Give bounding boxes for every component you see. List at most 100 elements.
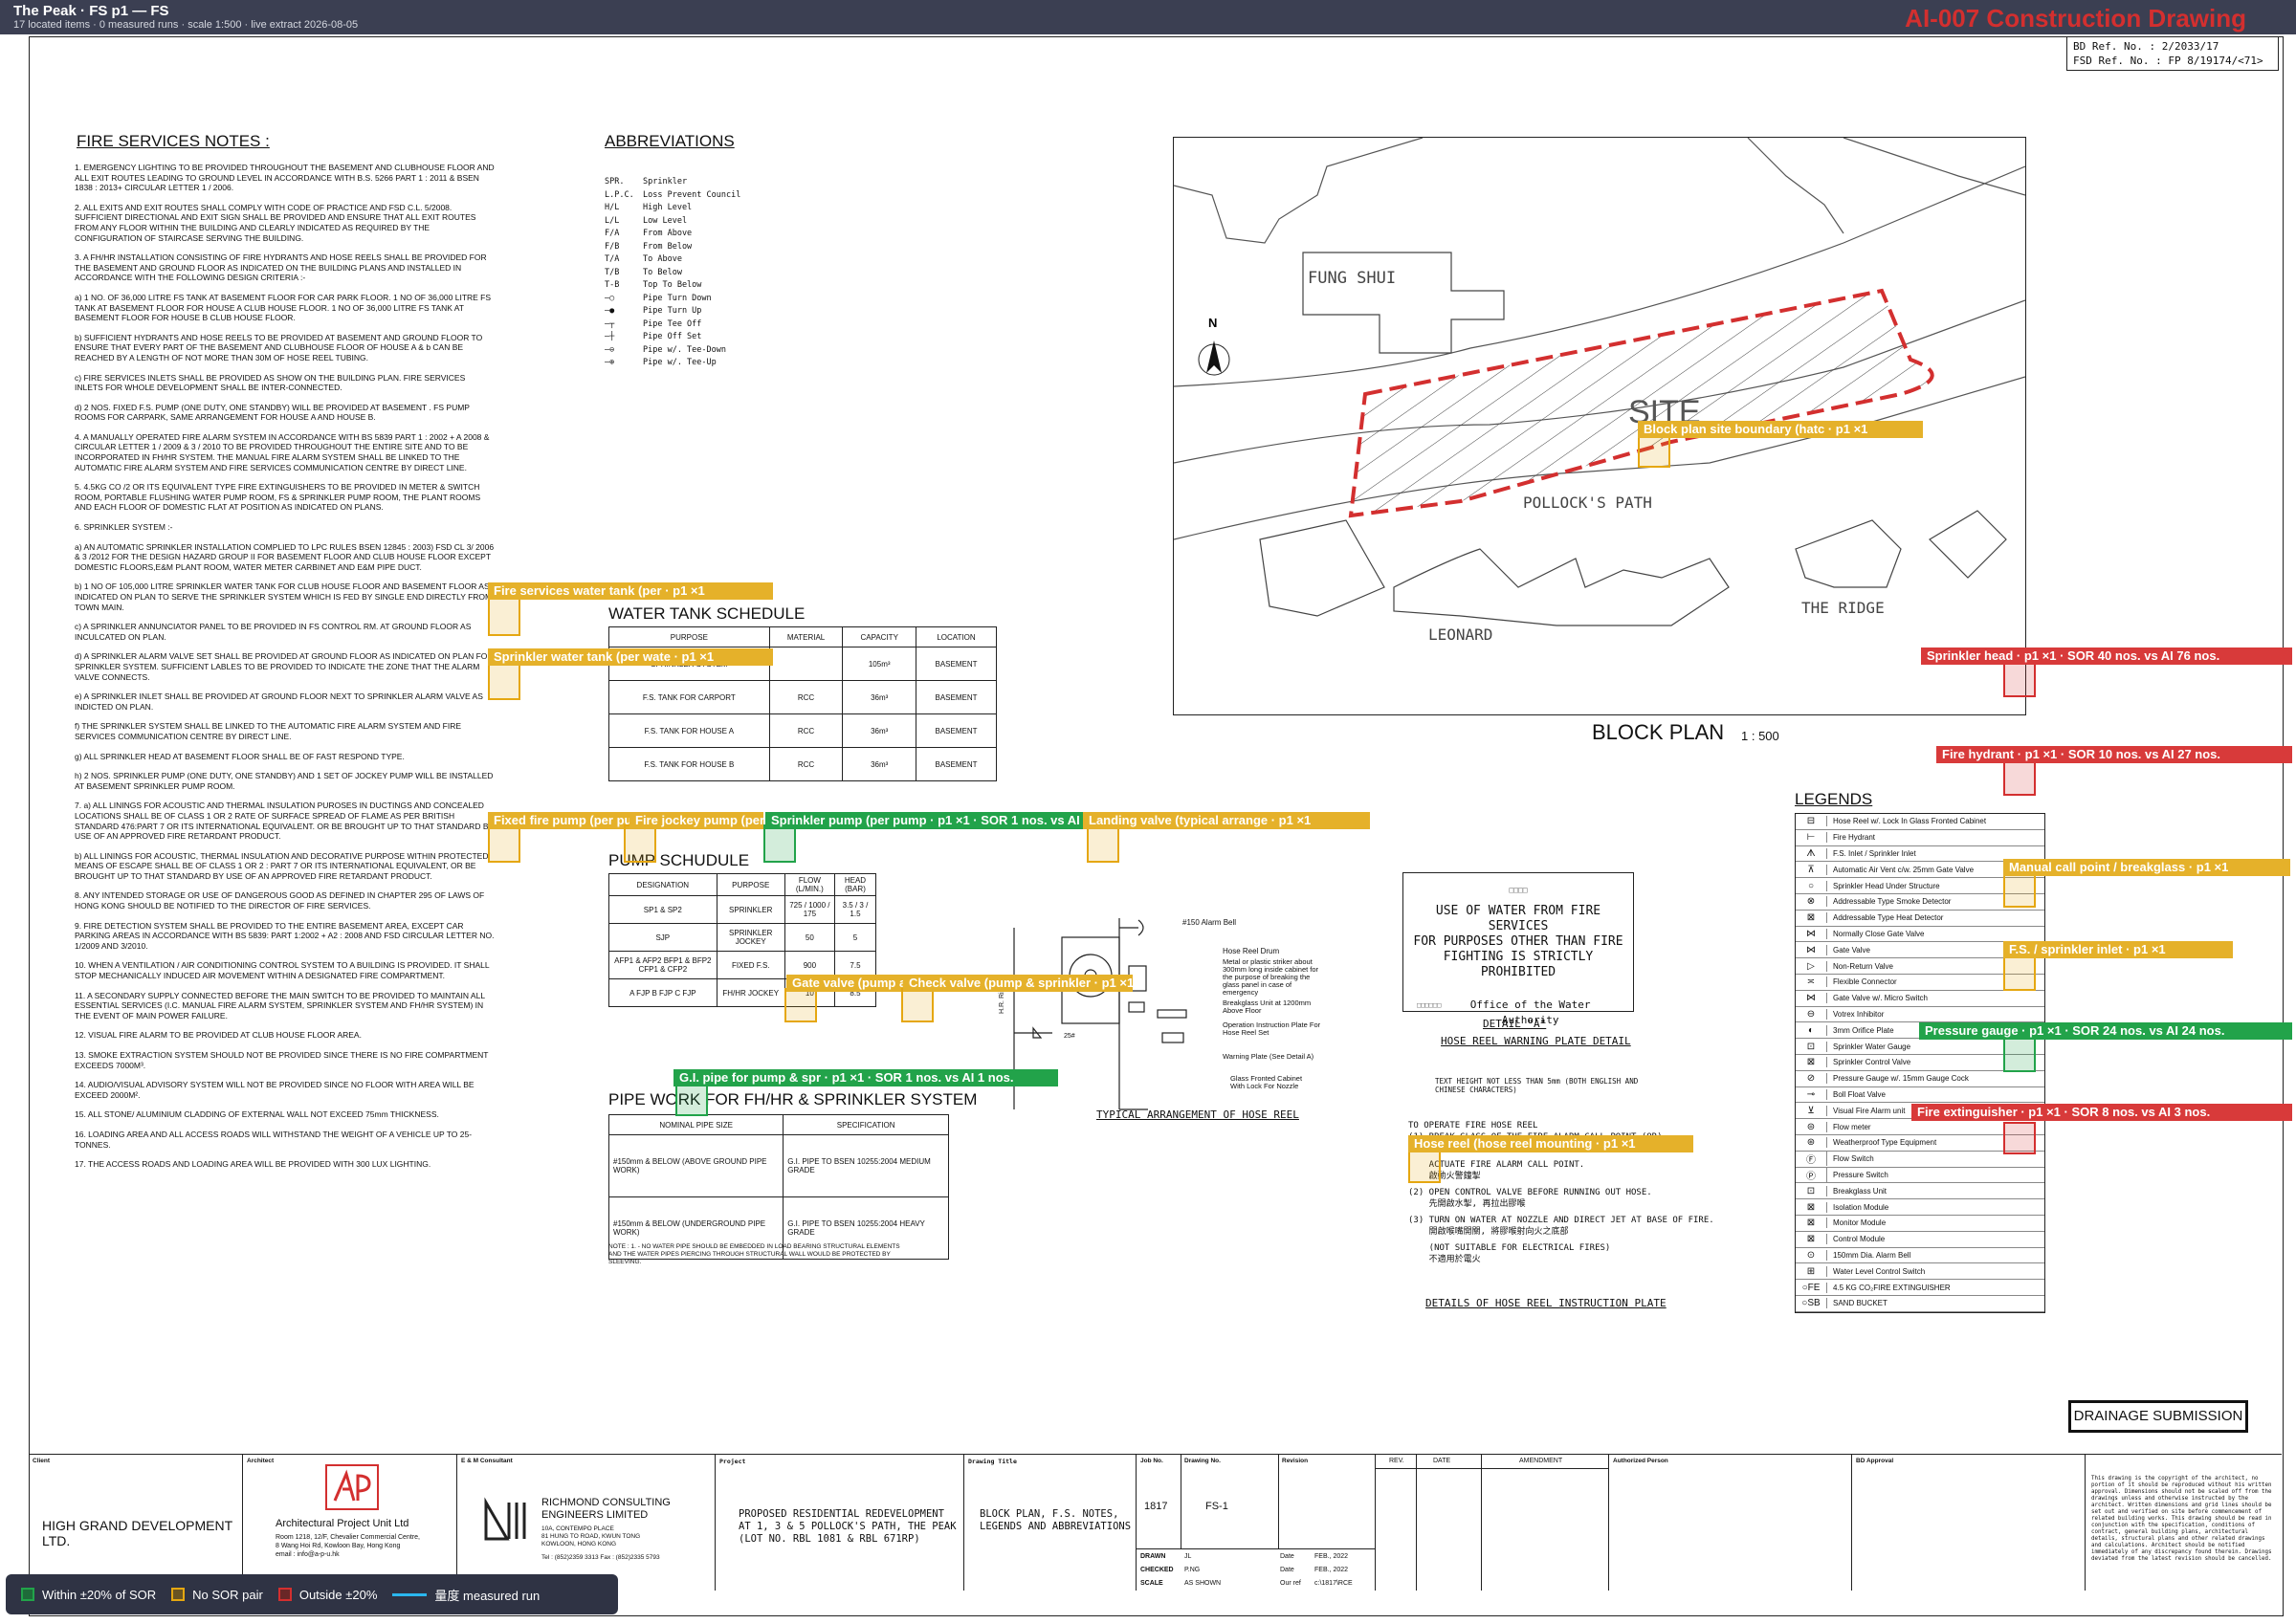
table-cell xyxy=(768,647,844,681)
legend-symbol-icon: ⊸ xyxy=(1796,1088,1827,1100)
legend-symbol-icon: ⊠ xyxy=(1796,1201,1827,1213)
table-row: #150mm & BELOW (ABOVE GROUND PIPE WORK) G… xyxy=(607,1134,949,1197)
abbreviation-key: F/B xyxy=(605,241,620,252)
authorized-person-cell: Authorized Person xyxy=(1609,1455,1852,1591)
note-item: 16. LOADING AREA AND ALL ACCESS ROADS WI… xyxy=(75,1129,473,1150)
annotation-box[interactable] xyxy=(2003,663,2036,697)
annotation-label[interactable]: Landing valve (typical arrange · p1 ×1 xyxy=(1083,812,1370,829)
pipework-table: NOMINAL PIPE SIZE SPECIFICATION #150mm & B… xyxy=(607,1114,949,1260)
table-row: F.S. TANK FOR HOUSE B RCC 36m³ BASEMENT xyxy=(608,747,997,781)
annotation-box[interactable] xyxy=(1087,824,1119,863)
annotation-label[interactable]: G.I. pipe for pump & spr · p1 ×1 · SOR 1… xyxy=(673,1069,1058,1086)
abbreviation-key: —● xyxy=(605,306,615,316)
column-header: MATERIAL xyxy=(768,626,844,647)
annotation-label[interactable]: Fire services water tank (per · p1 ×1 xyxy=(488,582,773,600)
warning-line-2: FOR PURPOSES OTHER THAN FIRE xyxy=(1413,934,1623,949)
abbreviation-value: To Below xyxy=(643,267,682,277)
drawing-number: FS-1 xyxy=(1205,1501,1228,1512)
annotation-box[interactable] xyxy=(784,988,817,1022)
annotation-label[interactable]: F.S. / sprinkler inlet · p1 ×1 xyxy=(2003,941,2233,958)
abbreviation-value: Pipe Off Set xyxy=(643,332,702,341)
column-header: PURPOSE xyxy=(716,873,785,896)
annotation-label[interactable]: Fire extinguisher · p1 ×1 · SOR 8 nos. v… xyxy=(1911,1104,2292,1121)
table-cell: 50 xyxy=(784,923,835,952)
table-cell: F.S. TANK FOR CARPORT xyxy=(608,680,770,714)
note-item: 13. SMOKE EXTRACTION SYSTEM SHOULD NOT B… xyxy=(75,1050,489,1070)
notes-title: FIRE SERVICES NOTES : xyxy=(77,132,270,150)
cabinet-label: Glass Fronted Cabinet With Lock For Nozz… xyxy=(1230,1074,1303,1090)
annotation-box[interactable] xyxy=(2003,873,2036,908)
annotation-box[interactable] xyxy=(2003,956,2036,991)
legend-label: Breakglass Unit xyxy=(1833,1186,1888,1196)
abbreviation-row: T/A To Above xyxy=(605,253,740,267)
legend-row: ⊢ Fire Hydrant xyxy=(1796,830,2044,846)
annotation-label[interactable]: Sprinkler pump (per pump · p1 ×1 · SOR 1… xyxy=(765,812,1091,829)
annotation-box[interactable] xyxy=(1408,1149,1441,1183)
note-item: g) ALL SPRINKLER HEAD AT BASEMENT FLOOR … xyxy=(75,751,405,761)
legend-symbol-icon: ≍ xyxy=(1796,977,1827,988)
warning-plate-caption: HOSE REEL WARNING PLATE DETAIL xyxy=(1441,1035,1631,1047)
job-number: 1817 xyxy=(1144,1501,1168,1512)
valve-size-label: 25# xyxy=(1064,1033,1075,1040)
annotation-box[interactable] xyxy=(901,988,934,1022)
table-cell: 5 xyxy=(833,923,877,952)
abbreviations-title: ABBREVIATIONS xyxy=(605,132,735,150)
annotation-box[interactable] xyxy=(488,598,520,636)
annotation-box[interactable] xyxy=(763,824,796,863)
legend-label: Water Level Control Switch xyxy=(1833,1266,1926,1276)
warning-chinese: □□□□ xyxy=(1509,886,1528,894)
instruction-line: TO OPERATE FIRE HOSE REEL xyxy=(1408,1121,1538,1130)
table-row: SP1 & SP2 SPRINKLER 725 / 1000 / 175 3.5 / … xyxy=(608,895,877,924)
instruction-line: (NOT SUITABLE FOR ELECTRICAL FIRES) xyxy=(1408,1243,1611,1253)
abbreviation-row: H/L High Level xyxy=(605,202,740,215)
annotation-box[interactable] xyxy=(624,824,656,863)
note-item: h) 2 NOS. SPRINKLER PUMP (ONE DUTY, ONE … xyxy=(75,771,494,791)
note-item: 11. A SECONDARY SUPPLY CONNECTED BEFORE … xyxy=(75,990,485,1020)
annotation-label[interactable]: Sprinkler water tank (per wate · p1 ×1 xyxy=(488,648,773,666)
annotation-label[interactable]: Fire hydrant · p1 ×1 · SOR 10 nos. vs AI… xyxy=(1936,746,2292,763)
legend-label: Visual Fire Alarm unit xyxy=(1833,1106,1906,1115)
consultant-name-1: RICHMOND CONSULTING xyxy=(541,1497,671,1508)
legend-symbol-icon: ⊖ xyxy=(1796,1008,1827,1020)
annotation-label[interactable]: Gate valve (pump a xyxy=(786,975,909,992)
legend-label: Hose Reel w/. Lock In Glass Fronted Cabi… xyxy=(1833,817,1987,826)
warning-chinese-2: □□□□□□ xyxy=(1417,1001,1442,1009)
contour-road xyxy=(1173,137,1424,244)
north-arrow-icon: N xyxy=(1198,316,1230,376)
annotation-label[interactable]: Manual call point / breakglass · p1 ×1 xyxy=(2003,859,2290,876)
abbreviation-value: Loss Prevent Council xyxy=(643,189,741,200)
note-item: 3. A FH/HR INSTALLATION CONSISTING OF FI… xyxy=(75,252,487,283)
legend-symbol-icon: ⋈ xyxy=(1796,993,1827,1004)
document-subtitle: 17 located items · 0 measured runs · sca… xyxy=(13,19,359,31)
annotation-box[interactable] xyxy=(2003,1122,2036,1154)
annotation-box[interactable] xyxy=(2003,761,2036,796)
annotation-box[interactable] xyxy=(488,824,520,863)
table-cell: SJP xyxy=(608,923,718,952)
annotation-label[interactable]: Block plan site boundary (hatc · p1 ×1 xyxy=(1638,421,1923,438)
note-item: a) AN AUTOMATIC SPRINKLER INSTALLATION C… xyxy=(75,541,495,572)
abbreviation-value: Pipe w/. Tee-Up xyxy=(643,358,717,367)
note-item: 6. SPRINKLER SYSTEM :- xyxy=(75,522,173,533)
legend-label: Boll Float Valve xyxy=(1833,1089,1886,1099)
annotation-box[interactable] xyxy=(2003,1038,2036,1072)
abbreviation-key: T/A xyxy=(605,254,620,264)
annotation-label[interactable]: Hose reel (hose reel mounting · p1 ×1 xyxy=(1408,1135,1693,1152)
text-height-note: TEXT HEIGHT NOT LESS THAN 5mm (BOTH ENGL… xyxy=(1435,1077,1639,1094)
annotation-label[interactable]: Fire jockey pump (per xyxy=(629,812,763,829)
table-cell: BASEMENT xyxy=(916,680,997,714)
annotation-label[interactable]: Fixed fire pump (per pu xyxy=(488,812,631,829)
legend-label: 3mm Orifice Plate xyxy=(1833,1025,1894,1035)
annotation-label[interactable]: Sprinkler head · p1 ×1 · SOR 40 nos. vs … xyxy=(1921,647,2292,665)
annotation-label[interactable]: Pressure gauge · p1 ×1 · SOR 24 nos. vs … xyxy=(1919,1022,2292,1040)
legend-symbol-icon: Ⓕ xyxy=(1796,1152,1827,1167)
table-cell: 3.5 / 3 / 1.5 xyxy=(833,895,877,924)
legend-symbol-icon: ⊢ xyxy=(1796,832,1827,844)
abbreviation-row: —○ Pipe Turn Down xyxy=(605,293,740,306)
column-header: SPECIFICATION xyxy=(783,1114,949,1135)
annotation-box[interactable] xyxy=(488,662,520,700)
abbreviation-row: SPR. Sprinkler xyxy=(605,176,740,189)
warning-line-3: FIGHTING IS STRICTLY PROHIBITED xyxy=(1443,950,1594,979)
instruction-line: 啟動火警鐘掣 xyxy=(1408,1172,1481,1181)
annotation-label[interactable]: Check valve (pump & sprinkler · p1 ×1 xyxy=(903,975,1133,992)
abbreviation-key: F/A xyxy=(605,229,620,238)
